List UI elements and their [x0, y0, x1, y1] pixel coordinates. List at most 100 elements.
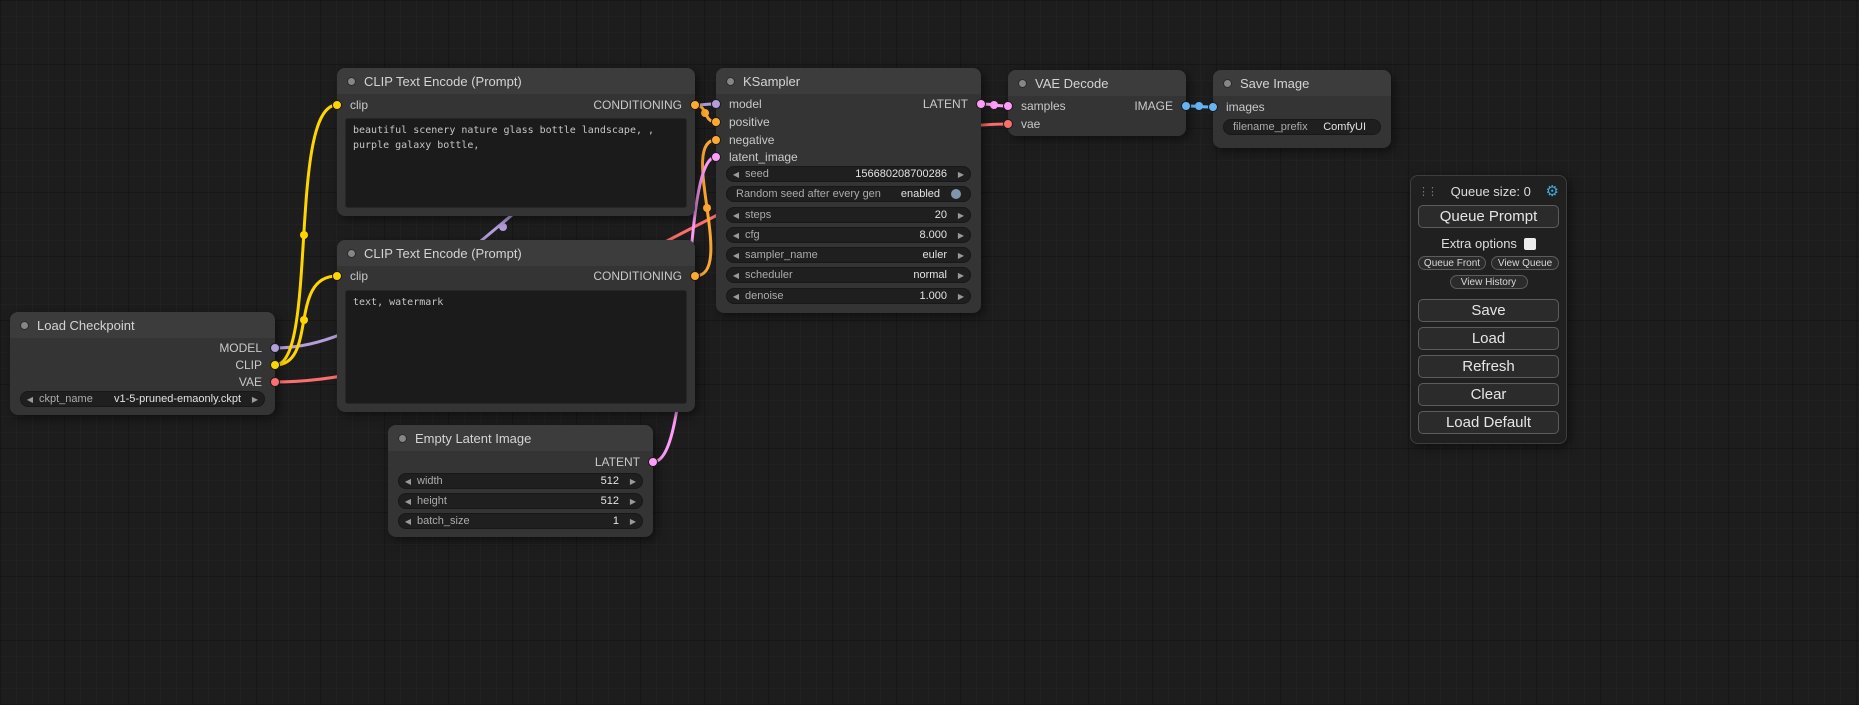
widget-width[interactable]: ◀ width 512 ▶ — [398, 473, 643, 489]
load-button[interactable]: Load — [1418, 327, 1559, 350]
queue-front-button[interactable]: Queue Front — [1418, 256, 1486, 270]
decrement-arrow-icon[interactable]: ◀ — [727, 170, 745, 179]
widget-batch-size[interactable]: ◀ batch_size 1 ▶ — [398, 513, 643, 529]
clear-button[interactable]: Clear — [1418, 383, 1559, 406]
widget-denoise[interactable]: ◀ denoise 1.000 ▶ — [726, 288, 971, 304]
slot-label: clip — [350, 98, 368, 112]
increment-arrow-icon[interactable]: ▶ — [624, 477, 642, 486]
collapse-dot-icon[interactable] — [347, 77, 356, 86]
collapse-dot-icon[interactable] — [726, 77, 735, 86]
input-slot-negative: negative — [716, 133, 981, 147]
node-save-image[interactable]: Save Image images filename_prefix ComfyU… — [1213, 70, 1391, 148]
node-title-bar[interactable]: Load Checkpoint — [10, 312, 275, 338]
node-title-bar[interactable]: Save Image — [1213, 70, 1391, 96]
increment-arrow-icon[interactable]: ▶ — [952, 231, 970, 240]
workflow-actions-group: Save Load Refresh Clear Load Default — [1418, 299, 1559, 434]
node-vae-decode[interactable]: VAE Decode samples IMAGE vae — [1008, 70, 1186, 136]
settings-gear-icon[interactable]: ⚙ — [1546, 184, 1559, 199]
widget-steps[interactable]: ◀ steps 20 ▶ — [726, 207, 971, 223]
node-title-bar[interactable]: Empty Latent Image — [388, 425, 653, 451]
increment-arrow-icon[interactable]: ▶ — [952, 292, 970, 301]
output-dot-vae[interactable] — [270, 377, 280, 387]
node-clip-text-encode-positive[interactable]: CLIP Text Encode (Prompt) clip CONDITION… — [337, 68, 695, 216]
increment-arrow-icon[interactable]: ▶ — [246, 395, 264, 404]
output-slot-model: MODEL — [10, 341, 275, 355]
input-dot-vae[interactable] — [1003, 119, 1013, 129]
output-dot-latent[interactable] — [648, 457, 658, 467]
decrement-arrow-icon[interactable]: ◀ — [727, 292, 745, 301]
extra-options-checkbox[interactable] — [1524, 238, 1536, 250]
collapse-dot-icon[interactable] — [347, 249, 356, 258]
output-dot-model[interactable] — [270, 343, 280, 353]
widget-label: batch_size — [417, 515, 470, 527]
collapse-dot-icon[interactable] — [1223, 79, 1232, 88]
widget-label: denoise — [745, 290, 784, 302]
output-dot-conditioning[interactable] — [690, 100, 700, 110]
decrement-arrow-icon[interactable]: ◀ — [727, 231, 745, 240]
input-dot-negative[interactable] — [711, 135, 721, 145]
queue-panel: ⋮⋮ Queue size: 0 ⚙ Queue Prompt Extra op… — [1410, 175, 1567, 444]
widget-seed[interactable]: ◀ seed 156680208700286 ▶ — [726, 166, 971, 182]
decrement-arrow-icon[interactable]: ◀ — [727, 251, 745, 260]
input-dot-clip[interactable] — [332, 271, 342, 281]
widget-ckpt-name[interactable]: ◀ ckpt_name v1-5-pruned-emaonly.ckpt ▶ — [20, 391, 265, 407]
refresh-button[interactable]: Refresh — [1418, 355, 1559, 378]
input-dot-latent-image[interactable] — [711, 152, 721, 162]
widget-label: cfg — [745, 229, 760, 241]
increment-arrow-icon[interactable]: ▶ — [952, 170, 970, 179]
widget-cfg[interactable]: ◀ cfg 8.000 ▶ — [726, 227, 971, 243]
widget-label: height — [417, 495, 447, 507]
collapse-dot-icon[interactable] — [1018, 79, 1027, 88]
input-dot-images[interactable] — [1208, 102, 1218, 112]
node-ksampler[interactable]: KSampler model LATENT positive negative … — [716, 68, 981, 313]
decrement-arrow-icon[interactable]: ◀ — [727, 211, 745, 220]
increment-arrow-icon[interactable]: ▶ — [952, 271, 970, 280]
input-dot-clip[interactable] — [332, 100, 342, 110]
increment-arrow-icon[interactable]: ▶ — [952, 251, 970, 260]
queue-prompt-button[interactable]: Queue Prompt — [1418, 205, 1559, 228]
increment-arrow-icon[interactable]: ▶ — [624, 517, 642, 526]
input-dot-samples[interactable] — [1003, 101, 1013, 111]
prompt-textarea[interactable]: text, watermark — [345, 290, 687, 404]
node-load-checkpoint[interactable]: Load Checkpoint MODEL CLIP VAE ◀ ckpt_na… — [10, 312, 275, 415]
decrement-arrow-icon[interactable]: ◀ — [21, 395, 39, 404]
toggle-dot-icon[interactable] — [951, 189, 961, 199]
save-button[interactable]: Save — [1418, 299, 1559, 322]
widget-random-seed-toggle[interactable]: Random seed after every gen enabled — [726, 186, 971, 202]
node-title-bar[interactable]: KSampler — [716, 68, 981, 94]
output-dot-conditioning[interactable] — [690, 271, 700, 281]
load-default-button[interactable]: Load Default — [1418, 411, 1559, 434]
widget-filename-prefix[interactable]: filename_prefix ComfyUI — [1223, 119, 1381, 135]
output-dot-clip[interactable] — [270, 360, 280, 370]
node-empty-latent-image[interactable]: Empty Latent Image LATENT ◀ width 512 ▶ … — [388, 425, 653, 537]
decrement-arrow-icon[interactable]: ◀ — [399, 477, 417, 486]
collapse-dot-icon[interactable] — [20, 321, 29, 330]
widget-scheduler[interactable]: ◀ scheduler normal ▶ — [726, 267, 971, 283]
drag-handle-icon[interactable]: ⋮⋮ — [1418, 185, 1436, 198]
increment-arrow-icon[interactable]: ▶ — [952, 211, 970, 220]
node-title-bar[interactable]: CLIP Text Encode (Prompt) — [337, 240, 695, 266]
decrement-arrow-icon[interactable]: ◀ — [399, 517, 417, 526]
view-queue-button[interactable]: View Queue — [1491, 256, 1559, 270]
slot-label: LATENT — [595, 455, 640, 469]
output-dot-image[interactable] — [1181, 101, 1191, 111]
widget-sampler-name[interactable]: ◀ sampler_name euler ▶ — [726, 247, 971, 263]
view-history-button[interactable]: View History — [1450, 275, 1528, 289]
output-dot-latent[interactable] — [976, 99, 986, 109]
node-title-bar[interactable]: VAE Decode — [1008, 70, 1186, 96]
input-dot-model[interactable] — [711, 99, 721, 109]
collapse-dot-icon[interactable] — [398, 434, 407, 443]
slot-label: MODEL — [219, 341, 262, 355]
decrement-arrow-icon[interactable]: ◀ — [399, 497, 417, 506]
widget-height[interactable]: ◀ height 512 ▶ — [398, 493, 643, 509]
link-midpoint-dot — [703, 204, 711, 212]
node-clip-text-encode-negative[interactable]: CLIP Text Encode (Prompt) clip CONDITION… — [337, 240, 695, 412]
decrement-arrow-icon[interactable]: ◀ — [727, 271, 745, 280]
node-title-bar[interactable]: CLIP Text Encode (Prompt) — [337, 68, 695, 94]
slot-label: IMAGE — [1134, 99, 1173, 113]
widget-value: 156680208700286 — [769, 168, 952, 180]
node-graph-canvas[interactable]: Load Checkpoint MODEL CLIP VAE ◀ ckpt_na… — [0, 0, 1859, 705]
increment-arrow-icon[interactable]: ▶ — [624, 497, 642, 506]
input-dot-positive[interactable] — [711, 117, 721, 127]
prompt-textarea[interactable]: beautiful scenery nature glass bottle la… — [345, 118, 687, 208]
